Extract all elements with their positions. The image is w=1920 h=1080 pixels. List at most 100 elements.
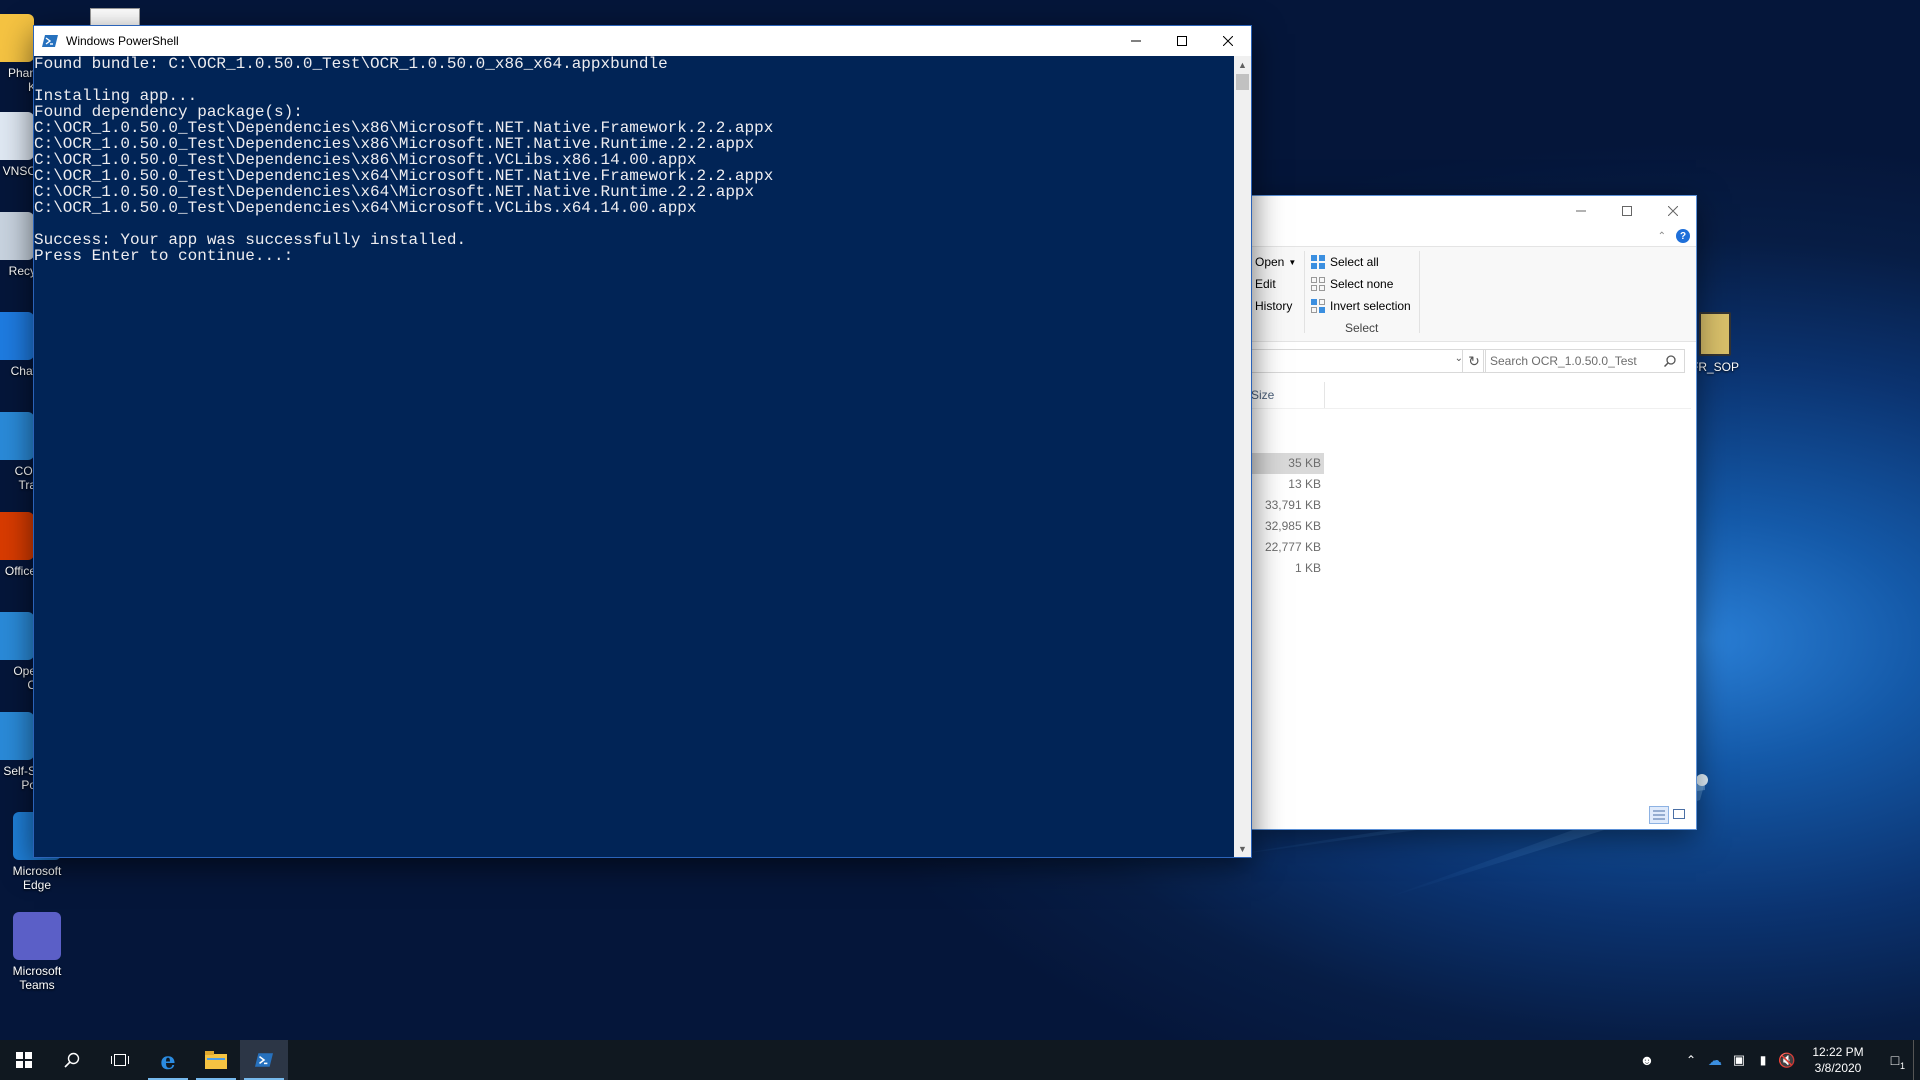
invert-selection-button[interactable]: Invert selection [1311,299,1411,313]
file-size-cell[interactable]: 33,791 KB [1251,495,1324,516]
maximize-button[interactable] [1159,26,1205,56]
close-button[interactable] [1205,26,1251,56]
open-label: Open [1255,255,1285,269]
address-bar[interactable]: ⌄ [1251,349,1470,373]
select-none-icon [1311,277,1325,291]
battery-icon[interactable]: ▮ [1751,1040,1775,1080]
office-icon [0,512,34,560]
network-icon[interactable]: ▣ [1727,1040,1751,1080]
chevron-down-icon: ▼ [1288,257,1297,267]
explorer-titlebar[interactable] [1251,196,1696,226]
ribbon-divider [1304,251,1305,333]
select-none-label: Select none [1330,277,1394,291]
file-explorer-window[interactable]: ⌃ ? Open ▼ Edit History Select all Selec… [1251,196,1696,829]
taskbar-edge[interactable]: e [144,1040,192,1080]
desktop-icon[interactable]: Chat [0,312,36,378]
select-all-icon [1311,255,1325,269]
history-label: History [1255,299,1293,313]
taskbar-powershell[interactable] [240,1040,288,1080]
file-icon [1699,312,1731,356]
column-header-row: Size [1251,382,1691,409]
select-none-button[interactable]: Select none [1311,277,1393,291]
refresh-icon: ↻ [1468,352,1480,369]
desktop-icon[interactable]: Phan K [0,14,36,94]
notification-count: 1 [1899,1061,1905,1071]
desktop-icon-fr-sop[interactable]: FR_SOP [1690,312,1740,374]
select-all-button[interactable]: Select all [1311,255,1379,269]
help-icon[interactable]: ? [1676,229,1690,243]
console-output[interactable]: Found bundle: C:\OCR_1.0.50.0_Test\OCR_1… [34,56,1234,857]
desktop-icon[interactable]: Microsoft Teams [0,912,75,992]
file-explorer-icon [205,1051,227,1069]
file-size-cell[interactable]: 32,985 KB [1251,516,1324,537]
taskbar-file-explorer[interactable] [192,1040,240,1080]
edit-button[interactable]: Edit [1255,277,1276,291]
details-view-button[interactable] [1649,806,1669,824]
search-icon [1664,355,1676,367]
notification-icon: □ [1890,1052,1900,1068]
maximize-icon [1622,206,1632,216]
details-view-icon [1653,810,1665,820]
desktop-icon[interactable]: Self-S Po [0,712,36,792]
invert-selection-icon [1311,299,1325,313]
desktop-icon-label: Microsoft Edge [12,864,62,892]
search-icon [64,1052,80,1068]
console-text: Found bundle: C:\OCR_1.0.50.0_Test\OCR_1… [34,55,774,265]
history-button[interactable]: History [1255,299,1292,313]
desktop-icon[interactable]: Office [0,512,36,578]
maximize-icon [1177,36,1187,46]
file-size-cell[interactable]: 1 KB [1251,558,1324,579]
app-shortcut-icon [0,612,34,660]
volume-muted-icon[interactable]: 🔇 [1775,1040,1799,1080]
taskbar-clock[interactable]: 12:22 PM 3/8/2020 [1799,1044,1877,1076]
scrollbar-thumb[interactable] [1236,74,1249,90]
onedrive-icon[interactable]: ☁ [1703,1040,1727,1080]
app-shortcut-icon [0,412,34,460]
scroll-down-icon[interactable]: ▼ [1234,840,1251,857]
desktop-icon[interactable]: Ope C [0,612,36,692]
desktop-icon[interactable]: Recy [0,212,36,278]
search-button[interactable] [48,1040,96,1080]
file-size-cell[interactable]: 35 KB [1251,453,1324,474]
folder-icon [0,14,34,62]
ribbon-group-label: Select [1345,321,1378,335]
column-header-size[interactable]: Size [1251,388,1274,402]
search-placeholder: Search OCR_1.0.50.0_Test [1490,354,1637,368]
teams-icon [13,912,61,960]
file-size-cell[interactable]: 22,777 KB [1251,537,1324,558]
desktop-icon-label: COI Tra [14,464,36,492]
show-hidden-icons-icon[interactable]: ⌃ [1679,1040,1703,1080]
desktop-icon-label: VNSC [2,164,36,178]
edge-icon: e [160,1045,176,1075]
window-title: Windows PowerShell [66,34,179,48]
ribbon: Open ▼ Edit History Select all Select no… [1251,246,1696,342]
minimize-button[interactable] [1113,26,1159,56]
maximize-button[interactable] [1604,196,1650,226]
powershell-window[interactable]: Windows PowerShell Found bundle: C:\OCR_… [34,26,1251,857]
start-button[interactable] [0,1040,48,1080]
select-group-label: Select [1345,321,1379,335]
taskbar: e ☻ ⌃ ☁ ▣ ▮ 🔇 12:22 PM 3/8/2020 □ 1 [0,1040,1920,1080]
desktop-icon-label: Chat [10,364,36,378]
open-button[interactable]: Open ▼ [1255,255,1296,269]
scroll-up-icon[interactable]: ▲ [1234,56,1251,73]
clock-time: 12:22 PM [1812,1045,1864,1059]
search-box[interactable]: Search OCR_1.0.50.0_Test [1483,349,1685,373]
close-button[interactable] [1650,196,1696,226]
large-icons-view-button[interactable] [1671,807,1687,821]
file-size-cell[interactable]: 13 KB [1251,474,1324,495]
vertical-scrollbar[interactable]: ▲ ▼ [1234,56,1251,857]
minimize-icon [1131,40,1141,42]
desktop-icon[interactable]: COI Tra [0,412,36,492]
collapse-ribbon-icon[interactable]: ⌃ [1658,231,1666,242]
show-desktop-button[interactable] [1913,1040,1920,1080]
task-view-button[interactable] [96,1040,144,1080]
notifications-button[interactable]: □ 1 [1877,1040,1913,1080]
powershell-titlebar[interactable]: Windows PowerShell [34,26,1251,56]
ribbon-divider [1419,251,1420,333]
minimize-button[interactable] [1558,196,1604,226]
task-view-icon [111,1054,129,1066]
desktop-icon[interactable]: VNSC [0,112,36,178]
powershell-icon [255,1053,273,1067]
people-icon[interactable]: ☻ [1635,1040,1659,1080]
